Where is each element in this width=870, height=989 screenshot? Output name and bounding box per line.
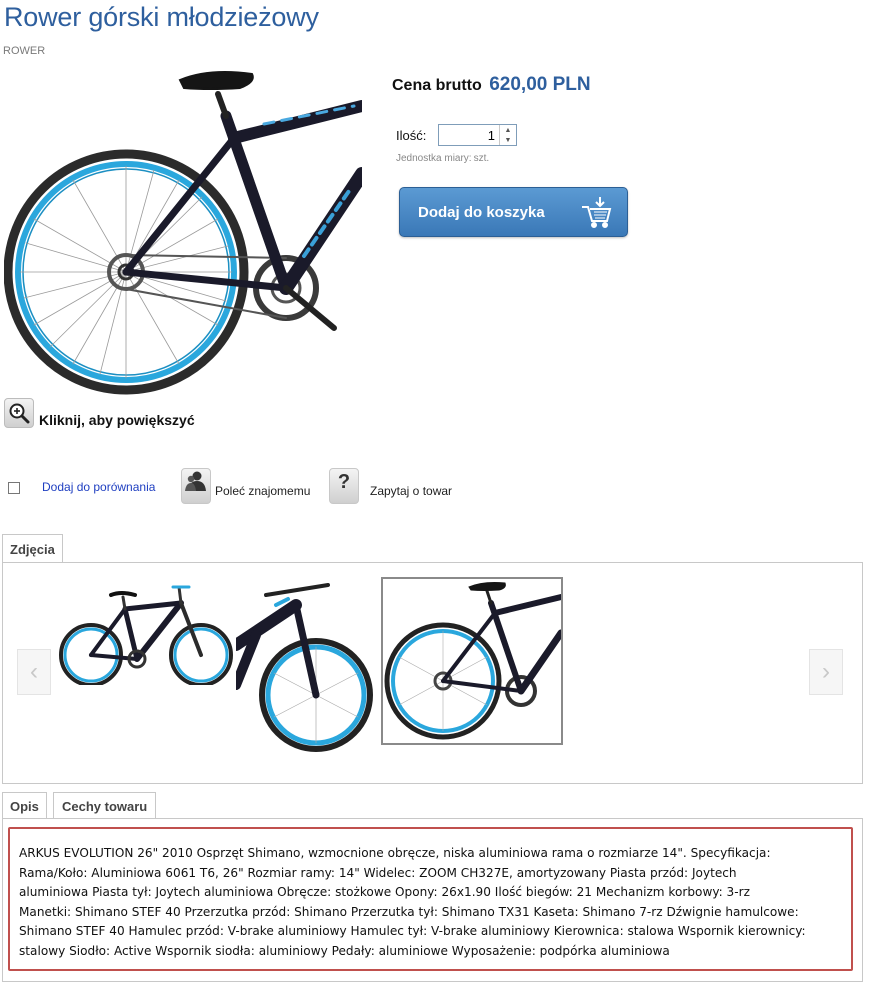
ask-label[interactable]: Zapytaj o towar [370, 484, 452, 498]
quantity-input[interactable] [439, 125, 499, 145]
description-line: stalowy Siodło: Active Wspornik siodła: … [19, 943, 670, 958]
description-line: aluminiowa Piasta tył: Joytech aluminiow… [19, 885, 750, 900]
chevron-right-icon[interactable]: › [809, 649, 843, 695]
question-icon[interactable]: ? [329, 468, 359, 504]
product-category: ROWER [3, 45, 46, 57]
chevron-left-icon[interactable]: ‹ [17, 649, 51, 695]
unit-value: szt. [473, 153, 490, 164]
zoom-enlarge-link[interactable]: Kliknij, aby powiększyć [4, 398, 195, 428]
description-line: ARKUS EVOLUTION 26" 2010 Osprzęt Shimano… [19, 846, 771, 860]
tab-product-features[interactable]: Cechy towaru [53, 792, 157, 819]
gallery-thumbnail[interactable] [236, 575, 386, 755]
zoom-in-icon[interactable] [4, 398, 34, 428]
quantity-label: Ilość: [396, 128, 427, 143]
gallery-thumbnail-selected[interactable] [381, 577, 565, 745]
recommend-person-icon[interactable] [181, 468, 211, 504]
tab-description[interactable]: Opis [2, 792, 47, 819]
description-line: Rama/Koło: Aluminiowa 6061 T6, 26" Rozmi… [19, 865, 737, 880]
price-value: 620,00 PLN [489, 74, 591, 95]
main-product-image[interactable] [4, 66, 362, 396]
product-description: ARKUS EVOLUTION 26" 2010 Osprzęt Shimano… [8, 827, 853, 971]
quantity-stepper[interactable]: ▲ ▼ [438, 124, 517, 146]
spin-up-icon[interactable]: ▲ [500, 125, 516, 135]
price-label: Cena brutto [392, 77, 482, 94]
add-to-cart-label: Dodaj do koszyka [418, 203, 545, 221]
compare-link[interactable]: Dodaj do porównania [42, 480, 155, 494]
gallery-thumbnail[interactable] [55, 575, 237, 685]
product-title: Rower górski młodzieżowy [4, 2, 319, 32]
cart-icon [582, 197, 612, 228]
spin-down-icon[interactable]: ▼ [500, 135, 516, 145]
unit-label: Jednostka miary: [396, 153, 472, 164]
description-line: Manetki: Shimano STEF 40 Przerzutka przó… [19, 904, 799, 919]
zoom-label[interactable]: Kliknij, aby powiększyć [39, 412, 195, 428]
compare-checkbox[interactable] [8, 482, 20, 494]
unit-of-measure: Jednostka miary: szt. [396, 153, 489, 164]
photo-gallery: ‹ › [2, 562, 863, 784]
price-row: Cena brutto 620,00 PLN [392, 74, 591, 96]
product-actions: Dodaj do porównania Poleć znajomemu ? Za… [0, 464, 600, 508]
recommend-label[interactable]: Poleć znajomemu [215, 484, 310, 498]
tab-photos[interactable]: Zdjęcia [2, 534, 63, 563]
add-to-cart-button[interactable]: Dodaj do koszyka [399, 187, 628, 237]
description-panel: ARKUS EVOLUTION 26" 2010 Osprzęt Shimano… [2, 818, 863, 982]
quantity-spinner[interactable]: ▲ ▼ [499, 125, 516, 145]
description-line: Shimano STEF 40 Hamulec przód: V-brake a… [19, 924, 806, 939]
